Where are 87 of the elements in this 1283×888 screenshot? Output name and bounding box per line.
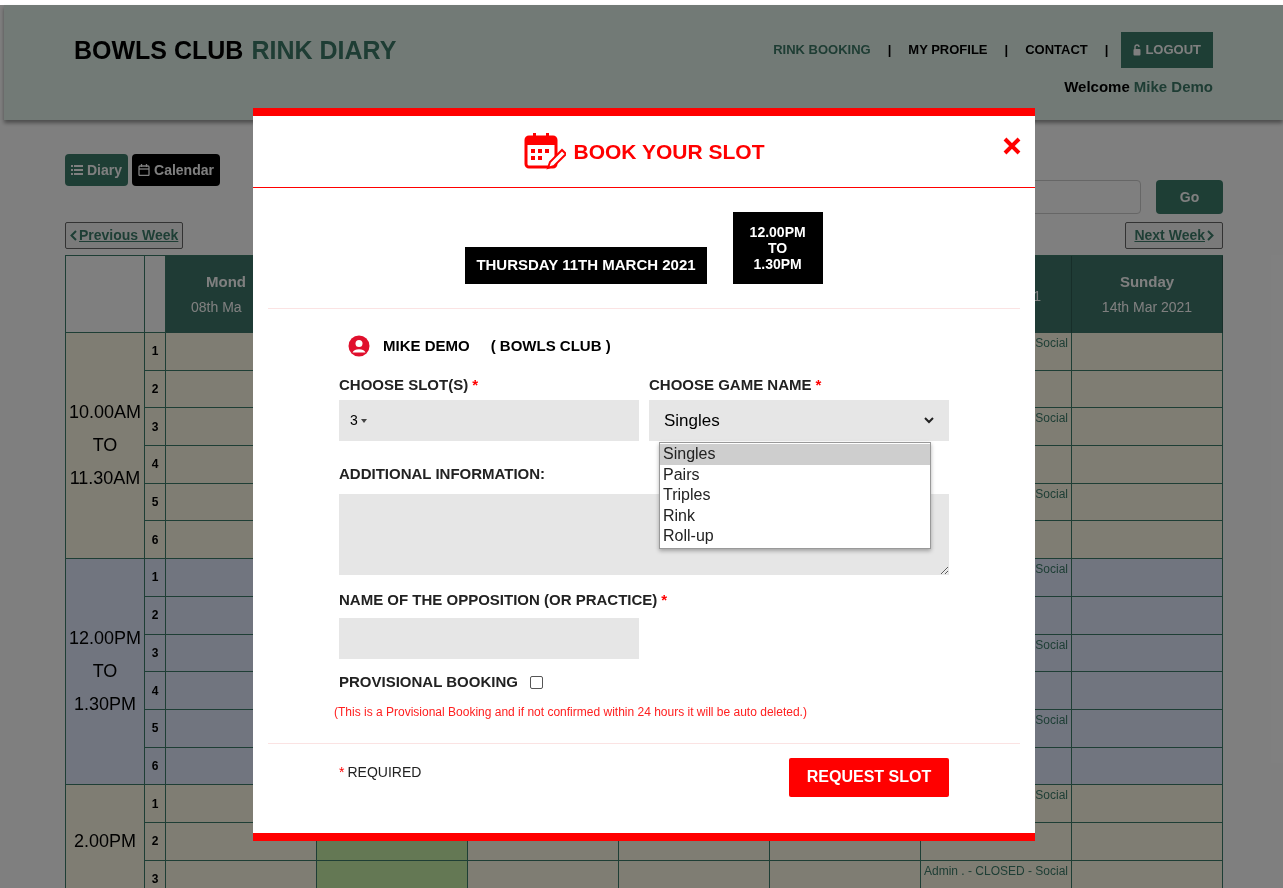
lock-icon	[1133, 44, 1142, 56]
logout-button[interactable]: LOGOUT	[1121, 32, 1213, 68]
nav-link[interactable]: RINK BOOKING	[773, 40, 871, 60]
time-label: 2.00PM	[73, 829, 136, 853]
welcome-text: Welcome	[1064, 77, 1130, 97]
dropdown-option[interactable]: Rink	[660, 505, 930, 526]
day-date: 08th Ma	[191, 298, 242, 318]
day-name: Sunday	[1119, 271, 1175, 292]
close-button[interactable]	[1003, 137, 1021, 155]
dropdown-option[interactable]: Triples	[660, 485, 930, 506]
time-label: TO	[92, 434, 118, 458]
field-label: CHOOSE GAME NAME	[649, 374, 812, 395]
rink-number: 3	[145, 634, 166, 673]
rink-number: 5	[145, 709, 166, 748]
site-title: BOWLS CLUB	[74, 35, 244, 66]
next-week-link[interactable]: Next Week	[1125, 222, 1223, 249]
rink-number: 4	[145, 446, 166, 484]
club-name: ( BOWLS CLUB )	[490, 336, 611, 356]
required-mark: *	[815, 374, 822, 395]
user-name: MIKE DEMO	[383, 336, 470, 356]
required-mark: *	[472, 374, 478, 395]
required-note: REQUIRED	[347, 762, 422, 782]
caret-icon	[360, 418, 367, 423]
field-label: NAME OF THE OPPOSITION (OR PRACTICE)	[339, 589, 658, 610]
view-button[interactable]: Calendar	[132, 154, 220, 186]
time-label: 11.30AM	[69, 467, 141, 491]
provisional-checkbox[interactable]	[529, 675, 543, 689]
field-label: PROVISIONAL BOOKING	[339, 672, 518, 692]
chevron-down-icon	[924, 417, 934, 424]
booking-note: Social	[1035, 561, 1069, 579]
nav-link[interactable]: CONTACT	[1025, 40, 1088, 60]
calendar-pencil-icon	[523, 131, 566, 172]
dropdown-option[interactable]: Singles	[660, 444, 930, 465]
rink-number: 1	[145, 333, 166, 371]
rink-number: 4	[145, 672, 166, 710]
opposition-field[interactable]	[339, 618, 639, 659]
field-label: CHOOSE SLOT(S)	[339, 374, 469, 395]
booking-note: Admin . - CLOSED - Social	[923, 862, 1069, 880]
modal-title: BOOK YOUR SLOT	[573, 138, 765, 165]
view-button[interactable]: Diary	[65, 154, 129, 186]
user-icon	[348, 335, 370, 358]
calendar-icon	[138, 164, 151, 176]
date-badge: THURSDAY 11TH MARCH 2021	[465, 247, 707, 284]
time-label: 12.00PM	[68, 627, 141, 651]
booking-note: Social	[1035, 485, 1069, 503]
rink-number: 1	[145, 785, 166, 823]
rink-number: 1	[145, 559, 166, 597]
go-button[interactable]: Go	[1156, 180, 1223, 214]
rink-number: 6	[145, 747, 166, 786]
dropdown-option[interactable]: Roll-up	[660, 526, 930, 547]
time-label: 1.30PM	[73, 693, 136, 717]
request-slot-button[interactable]: REQUEST SLOT	[789, 757, 949, 797]
booking-note: Social	[1035, 711, 1069, 729]
rink-number: 2	[145, 370, 166, 409]
previous-week-link[interactable]: Previous Week	[65, 222, 184, 249]
rink-number: 3	[145, 408, 166, 447]
nav-separator: |	[1004, 41, 1009, 60]
day-name: Mond	[205, 271, 246, 292]
nav-separator: |	[1104, 41, 1109, 60]
field-label: ADDITIONAL INFORMATION:	[339, 464, 546, 484]
booking-note: Social	[1035, 636, 1069, 654]
chevron-left-icon	[70, 230, 77, 241]
time-label: 10.00AM	[68, 401, 141, 425]
dropdown-option[interactable]: Pairs	[660, 464, 930, 485]
list-icon	[71, 164, 83, 176]
day-date: 14th Mar 2021	[1101, 298, 1193, 318]
close-icon	[1003, 137, 1021, 155]
slots-select[interactable]: 3	[339, 400, 639, 441]
nav-separator: |	[887, 41, 892, 60]
booking-note: Social	[1035, 787, 1069, 805]
booking-note: Social	[1035, 335, 1069, 352]
rink-number: 2	[145, 596, 166, 635]
user-name: Mike Demo	[1133, 77, 1213, 97]
rink-number: 3	[145, 860, 166, 888]
required-mark: *	[339, 762, 345, 782]
required-mark: *	[661, 589, 668, 610]
booking-note: Social	[1035, 410, 1069, 428]
chevron-right-icon	[1207, 230, 1214, 241]
time-badge: 12.00PM TO 1.30PM	[732, 212, 823, 284]
game-select[interactable]: Singles	[649, 400, 949, 441]
nav-link[interactable]: MY PROFILE	[908, 40, 988, 60]
site-title: RINK DIARY	[251, 35, 397, 66]
rink-number: 5	[145, 483, 166, 522]
time-label: TO	[92, 660, 118, 684]
rink-number: 2	[145, 822, 166, 861]
rink-number: 6	[145, 521, 166, 560]
provisional-note: (This is a Provisional Booking and if not confirmed within 24 hours it will be auto deleted.)	[334, 703, 808, 721]
